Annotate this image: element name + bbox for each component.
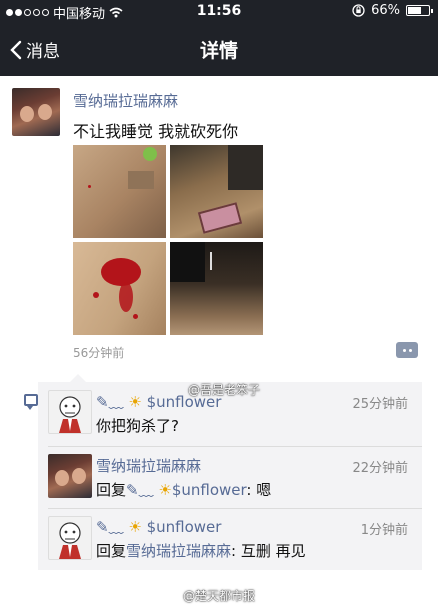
sun-icon: ☀: [158, 481, 172, 499]
comment-author-name[interactable]: ✎﹏ ☀ $unflower: [96, 516, 221, 537]
post-text: 不让我睡觉 我就砍死你: [73, 122, 239, 141]
comment-divider: [48, 446, 422, 447]
battery-percent: 66%: [371, 3, 400, 18]
post-photo-4[interactable]: [170, 242, 263, 335]
post-photo-3[interactable]: [73, 242, 166, 335]
page-title: 详情: [199, 40, 238, 62]
cartoon-face-icon: [59, 396, 81, 433]
battery-icon: [406, 5, 433, 16]
comment-time: 1分钟前: [360, 523, 408, 538]
commenter-avatar[interactable]: [48, 390, 92, 434]
sun-icon: ☀: [128, 393, 142, 411]
comment-text: 回复雪纳瑞拉瑞麻麻: 互删 再见: [96, 542, 306, 560]
nav-bar: 消息 详情: [0, 22, 438, 76]
post-photo-2[interactable]: [170, 145, 263, 238]
more-options-button[interactable]: [396, 342, 418, 358]
comment-author-name[interactable]: 雪纳瑞拉瑞麻麻: [96, 455, 201, 476]
commenter-avatar[interactable]: [48, 454, 92, 498]
author-avatar[interactable]: [12, 88, 60, 136]
comment-divider: [48, 508, 422, 509]
status-bar: 中国移动 11:56 66%: [0, 0, 438, 22]
watermark: @楚天都市报: [182, 589, 255, 603]
comments-section: ✎﹏ ☀ $unflower 25分钟前 你把狗杀了? 雪纳瑞拉瑞麻麻 22分钟…: [38, 374, 422, 570]
status-right: 66%: [352, 3, 433, 18]
post-time: 56分钟前: [73, 346, 125, 360]
reply-target-link[interactable]: ✎﹏ ☀$unflower: [126, 481, 246, 499]
post-author-name[interactable]: 雪纳瑞拉瑞麻麻: [73, 90, 178, 111]
comment-icon: [24, 394, 38, 410]
comment-text: 你把狗杀了?: [96, 417, 179, 435]
cartoon-face-icon: [59, 522, 81, 559]
reply-target-link[interactable]: 雪纳瑞拉瑞麻麻: [126, 542, 231, 560]
watermark: @吾是老笨子: [188, 383, 261, 397]
sun-icon: ☀: [128, 518, 142, 536]
post-photo-1[interactable]: [73, 145, 166, 238]
rotation-lock-icon: [352, 4, 365, 17]
commenter-avatar[interactable]: [48, 516, 92, 560]
comment-text: 回复✎﹏ ☀$unflower: 嗯: [96, 481, 272, 499]
comment-time: 25分钟前: [352, 397, 408, 412]
comment-time: 22分钟前: [352, 461, 408, 476]
